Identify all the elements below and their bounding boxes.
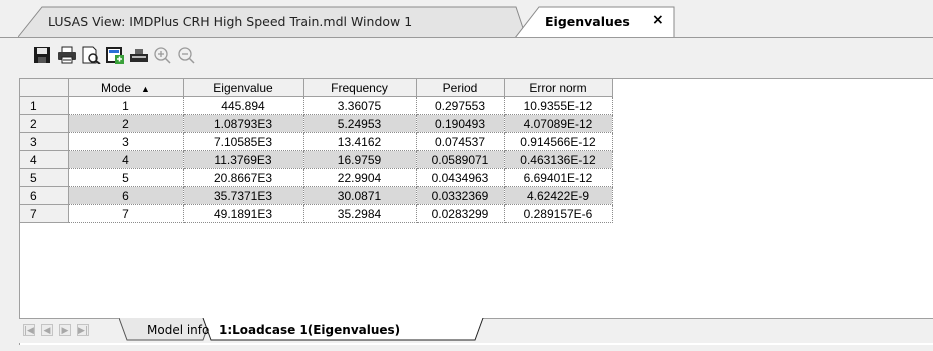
cell-period[interactable]: 0.297553 [416,96,505,115]
previous-sheet-icon[interactable]: ◀ [41,324,53,336]
corner-cell[interactable] [20,79,69,97]
last-sheet-icon[interactable]: ▶| [77,324,89,336]
table-row[interactable]: 6 6 35.7371E3 30.0871 0.0332369 4.62422E… [20,186,613,205]
cell-error-norm[interactable]: 4.62422E-9 [504,186,613,205]
cell-period[interactable]: 0.0589071 [416,150,505,169]
column-header-mode[interactable]: Mode ▲ [68,79,184,97]
row-header[interactable]: 4 [20,150,69,169]
sort-ascending-icon: ▲ [141,83,150,94]
table-row[interactable]: 2 2 1.08793E3 5.24953 0.190493 4.07089E-… [20,114,613,133]
cell-frequency[interactable]: 22.9904 [303,168,417,187]
cell-error-norm[interactable]: 10.9355E-12 [504,96,613,115]
cell-mode[interactable]: 1 [68,96,184,115]
row-header[interactable]: 3 [20,132,69,151]
cell-error-norm[interactable]: 0.289157E-6 [504,204,613,223]
sheet-tab-bar: |◀ ◀ ▶ ▶| Model info 1:Loadcase 1(Eigenv… [19,318,933,343]
cell-eigenvalue[interactable]: 20.8667E3 [183,168,304,187]
print-icon[interactable] [57,44,77,66]
table-row[interactable]: 5 5 20.8667E3 22.9904 0.0434963 6.69401E… [20,168,613,187]
save-icon[interactable] [33,44,53,66]
row-header[interactable]: 6 [20,186,69,205]
copy-icon[interactable] [129,44,149,66]
cell-eigenvalue[interactable]: 445.894 [183,96,304,115]
cell-error-norm[interactable]: 4.07089E-12 [504,114,613,133]
table-row[interactable]: 1 1 445.894 3.36075 0.297553 10.9355E-12 [20,96,613,115]
cell-period[interactable]: 0.0283299 [416,204,505,223]
tab-lusas-view[interactable]: LUSAS View: IMDPlus CRH High Speed Train… [18,6,526,38]
cell-frequency[interactable]: 3.36075 [303,96,417,115]
table-row[interactable]: 7 7 49.1891E3 35.2984 0.0283299 0.289157… [20,204,613,223]
table-header-row: Mode ▲ Eigenvalue Frequency Period Error … [20,79,613,97]
close-icon[interactable]: × [652,12,664,28]
divider [0,37,933,38]
document-tab-strip: LUSAS View: IMDPlus CRH High Speed Train… [0,0,933,38]
cell-mode[interactable]: 4 [68,150,184,169]
cell-frequency[interactable]: 35.2984 [303,204,417,223]
cell-eigenvalue[interactable]: 35.7371E3 [183,186,304,205]
first-sheet-icon[interactable]: |◀ [23,324,35,336]
cell-eigenvalue[interactable]: 11.3769E3 [183,150,304,169]
cell-eigenvalue[interactable]: 7.10585E3 [183,132,304,151]
sheet-tab-loadcase-1[interactable]: 1:Loadcase 1(Eigenvalues) [219,323,400,337]
cell-eigenvalue[interactable]: 1.08793E3 [183,114,304,133]
cell-period[interactable]: 0.0434963 [416,168,505,187]
column-header-eigenvalue[interactable]: Eigenvalue [183,79,304,97]
cell-mode[interactable]: 3 [68,132,184,151]
column-header-label: Mode [101,80,132,95]
sheet-tab-model-info[interactable]: Model info [147,323,209,337]
cell-mode[interactable]: 7 [68,204,184,223]
table-row[interactable]: 4 4 11.3769E3 16.9759 0.0589071 0.463136… [20,150,613,169]
export-icon[interactable] [105,44,125,66]
cell-error-norm[interactable]: 0.914566E-12 [504,132,613,151]
cell-error-norm[interactable]: 0.463136E-12 [504,150,613,169]
cell-frequency[interactable]: 30.0871 [303,186,417,205]
cell-period[interactable]: 0.074537 [416,132,505,151]
column-header-frequency[interactable]: Frequency [303,79,417,97]
row-header[interactable]: 1 [20,96,69,115]
cell-mode[interactable]: 2 [68,114,184,133]
cell-mode[interactable]: 5 [68,168,184,187]
zoom-out-icon[interactable] [177,44,197,66]
cell-period[interactable]: 0.0332369 [416,186,505,205]
grid-pane: Mode ▲ Eigenvalue Frequency Period Error … [19,78,933,345]
cell-period[interactable]: 0.190493 [416,114,505,133]
tab-label: LUSAS View: IMDPlus CRH High Speed Train… [48,14,413,29]
toolbar [19,40,319,76]
row-header[interactable]: 5 [20,168,69,187]
row-header[interactable]: 7 [20,204,69,223]
cell-frequency[interactable]: 16.9759 [303,150,417,169]
table-row[interactable]: 3 3 7.10585E3 13.4162 0.074537 0.914566E… [20,132,613,151]
column-header-period[interactable]: Period [416,79,505,97]
cell-error-norm[interactable]: 6.69401E-12 [504,168,613,187]
cell-mode[interactable]: 6 [68,186,184,205]
eigenvalues-table: Mode ▲ Eigenvalue Frequency Period Error … [20,79,613,223]
next-sheet-icon[interactable]: ▶ [59,324,71,336]
print-preview-icon[interactable] [81,44,101,66]
zoom-in-icon[interactable] [153,44,173,66]
row-header[interactable]: 2 [20,114,69,133]
column-header-error-norm[interactable]: Error norm [504,79,613,97]
cell-eigenvalue[interactable]: 49.1891E3 [183,204,304,223]
tab-label: Eigenvalues [545,14,630,29]
tab-eigenvalues[interactable]: Eigenvalues × [515,6,675,38]
cell-frequency[interactable]: 13.4162 [303,132,417,151]
cell-frequency[interactable]: 5.24953 [303,114,417,133]
